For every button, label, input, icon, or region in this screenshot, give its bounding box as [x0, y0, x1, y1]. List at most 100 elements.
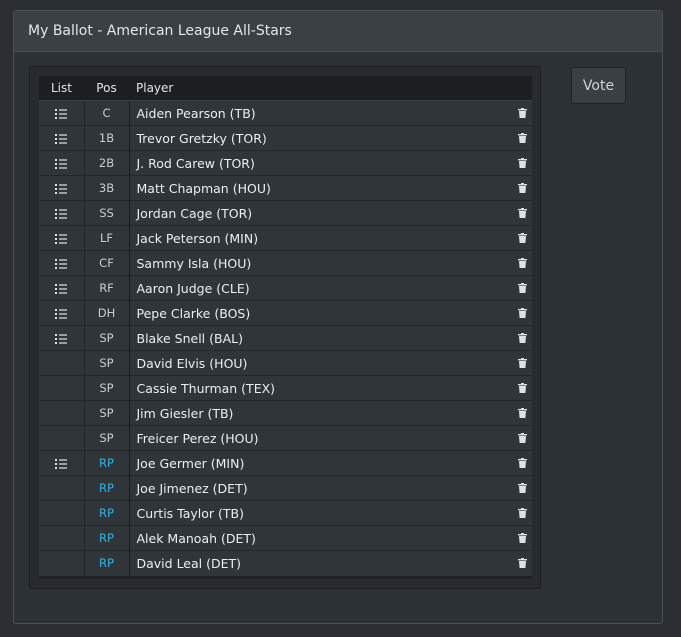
player-cell: Sammy Isla (HOU): [129, 250, 532, 276]
player-name: Cassie Thurman (TEX): [136, 380, 276, 396]
trash-icon[interactable]: [518, 283, 527, 293]
panel-header: My Ballot - American League All-Stars: [14, 11, 662, 52]
list-icon[interactable]: [55, 459, 68, 469]
player-cell: Blake Snell (BAL): [129, 325, 532, 351]
player-cell: Joe Germer (MIN): [129, 450, 532, 476]
table-row: RP Joe Germer (MIN): [39, 450, 532, 476]
player-name: Pepe Clarke (BOS): [136, 305, 251, 321]
player-cell: Curtis Taylor (TB): [129, 500, 532, 526]
list-cell: [39, 425, 85, 451]
player-cell: J. Rod Carew (TOR): [129, 150, 532, 176]
trash-icon[interactable]: [518, 408, 527, 418]
trash-icon[interactable]: [518, 458, 527, 468]
trash-icon[interactable]: [518, 558, 527, 568]
ballot-table-container: List Pos Player C Aiden Pearson (TB) 1B …: [29, 66, 541, 589]
position-cell: SP: [84, 375, 130, 401]
player-name: David Leal (DET): [136, 555, 242, 571]
position-cell: LF: [84, 225, 130, 251]
list-icon[interactable]: [55, 184, 68, 194]
position-cell: 1B: [84, 125, 130, 151]
column-header-list: List: [39, 76, 84, 101]
table-row: 3B Matt Chapman (HOU): [39, 175, 532, 201]
trash-icon[interactable]: [518, 483, 527, 493]
list-icon[interactable]: [55, 259, 68, 269]
trash-icon[interactable]: [518, 183, 527, 193]
position-cell: RP: [84, 450, 130, 476]
column-header-player: Player: [129, 76, 532, 101]
position-cell: RP: [84, 475, 130, 501]
trash-icon[interactable]: [518, 333, 527, 343]
trash-icon[interactable]: [518, 158, 527, 168]
position-cell: RP: [84, 525, 130, 551]
table-row: CF Sammy Isla (HOU): [39, 250, 532, 276]
trash-icon[interactable]: [518, 133, 527, 143]
player-name: Matt Chapman (HOU): [136, 180, 271, 196]
trash-icon[interactable]: [518, 208, 527, 218]
table-row: 2B J. Rod Carew (TOR): [39, 150, 532, 176]
list-cell: [39, 525, 85, 551]
list-cell: [39, 375, 85, 401]
player-name: Sammy Isla (HOU): [136, 255, 252, 271]
player-cell: Trevor Gretzky (TOR): [129, 125, 532, 151]
position-cell: SS: [84, 200, 130, 226]
list-cell: [39, 275, 85, 301]
trash-icon[interactable]: [518, 383, 527, 393]
list-cell: [39, 225, 85, 251]
trash-icon[interactable]: [518, 308, 527, 318]
trash-icon[interactable]: [518, 233, 527, 243]
list-icon[interactable]: [55, 309, 68, 319]
player-name: Alek Manoah (DET): [136, 530, 256, 546]
position-cell: 2B: [84, 150, 130, 176]
list-cell: [39, 175, 85, 201]
list-cell: [39, 100, 85, 126]
list-cell: [39, 450, 85, 476]
player-cell: Freicer Perez (HOU): [129, 425, 532, 451]
player-name: J. Rod Carew (TOR): [136, 155, 255, 171]
vote-button[interactable]: Vote: [571, 67, 626, 104]
list-cell: [39, 250, 85, 276]
trash-icon[interactable]: [518, 358, 527, 368]
list-icon[interactable]: [55, 334, 68, 344]
table-row: SP Blake Snell (BAL): [39, 325, 532, 351]
trash-icon[interactable]: [518, 258, 527, 268]
table-row: RP Curtis Taylor (TB): [39, 500, 532, 526]
player-name: Jack Peterson (MIN): [136, 230, 259, 246]
position-cell: CF: [84, 250, 130, 276]
player-name: David Elvis (HOU): [136, 355, 248, 371]
list-icon[interactable]: [55, 159, 68, 169]
position-cell: SP: [84, 425, 130, 451]
list-icon[interactable]: [55, 209, 68, 219]
player-cell: Aaron Judge (CLE): [129, 275, 532, 301]
list-icon[interactable]: [55, 234, 68, 244]
list-icon[interactable]: [55, 284, 68, 294]
table-header-row: List Pos Player: [39, 76, 532, 101]
trash-icon[interactable]: [518, 508, 527, 518]
player-cell: David Leal (DET): [129, 550, 532, 576]
panel-title: My Ballot - American League All-Stars: [28, 23, 292, 39]
player-cell: Cassie Thurman (TEX): [129, 375, 532, 401]
player-cell: Alek Manoah (DET): [129, 525, 532, 551]
list-icon[interactable]: [55, 109, 68, 119]
list-cell: [39, 300, 85, 326]
ballot-table-wrap: List Pos Player C Aiden Pearson (TB) 1B …: [39, 76, 532, 579]
trash-icon[interactable]: [518, 433, 527, 443]
list-cell: [39, 550, 85, 576]
ballot-panel: My Ballot - American League All-Stars Li…: [13, 10, 663, 624]
trash-icon[interactable]: [518, 533, 527, 543]
table-row: SS Jordan Cage (TOR): [39, 200, 532, 226]
table-row: DH Pepe Clarke (BOS): [39, 300, 532, 326]
player-name: Curtis Taylor (TB): [136, 505, 244, 521]
player-cell: David Elvis (HOU): [129, 350, 532, 376]
trash-icon[interactable]: [518, 108, 527, 118]
player-name: Joe Jimenez (DET): [136, 480, 248, 496]
table-row: RP Joe Jimenez (DET): [39, 475, 532, 501]
ballot-table: List Pos Player C Aiden Pearson (TB) 1B …: [39, 76, 532, 576]
list-cell: [39, 150, 85, 176]
player-name: Freicer Perez (HOU): [136, 430, 259, 446]
table-row: SP Jim Giesler (TB): [39, 400, 532, 426]
list-icon[interactable]: [55, 134, 68, 144]
table-row: SP David Elvis (HOU): [39, 350, 532, 376]
player-cell: Jim Giesler (TB): [129, 400, 532, 426]
player-cell: Jack Peterson (MIN): [129, 225, 532, 251]
list-cell: [39, 325, 85, 351]
